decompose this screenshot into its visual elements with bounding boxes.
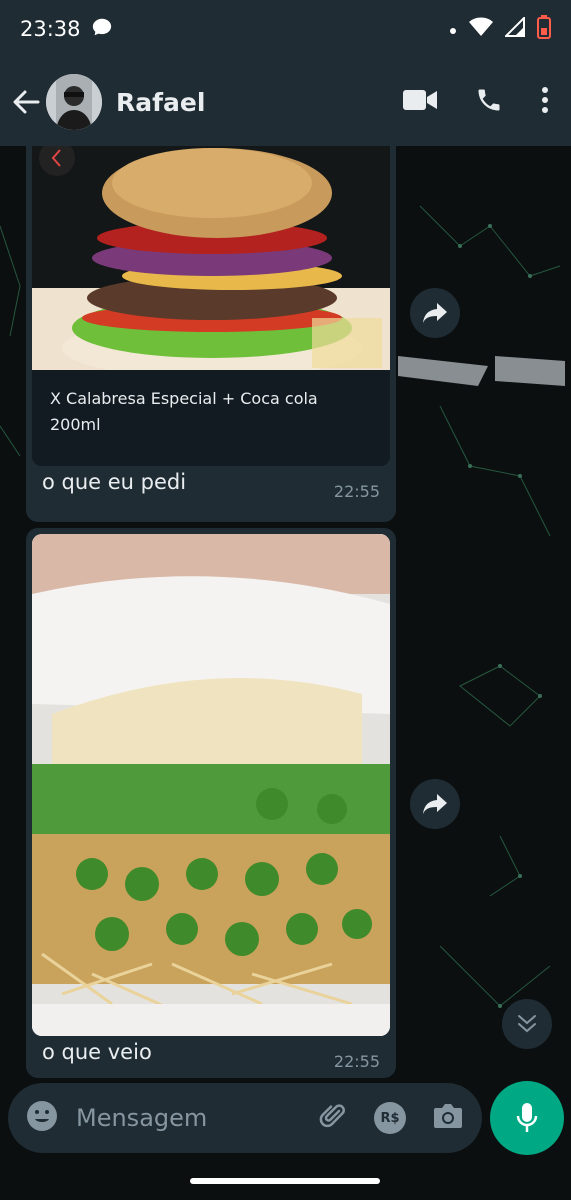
more-vert-icon (542, 87, 548, 113)
chat-notification-icon (91, 16, 113, 42)
message-time: 22:55 (333, 482, 380, 501)
message-bubble[interactable]: X Calabresa Especial + Coca cola 200ml o… (26, 146, 396, 522)
payment-icon-label: R$ (380, 1110, 400, 1126)
dot-icon (449, 20, 457, 39)
message-input-placeholder[interactable]: Mensagem (76, 1104, 318, 1132)
forward-button[interactable] (410, 779, 460, 829)
signal-icon (503, 15, 525, 41)
attach-icon (319, 1104, 345, 1128)
forward-icon (423, 794, 447, 814)
system-nav-bar (0, 1161, 571, 1200)
phone-icon (478, 89, 500, 111)
back-arrow-icon (13, 90, 40, 114)
home-indicator[interactable] (190, 1178, 380, 1184)
more-options-button[interactable] (541, 86, 549, 118)
camera-button[interactable] (432, 1102, 464, 1134)
avatar[interactable] (46, 74, 102, 130)
forward-button[interactable] (410, 288, 460, 338)
voice-call-button[interactable] (475, 86, 503, 118)
wifi-icon (469, 17, 493, 41)
video-call-button[interactable] (403, 89, 437, 115)
message-image[interactable] (32, 534, 390, 1036)
forward-icon (423, 303, 447, 323)
status-time: 23:38 (20, 17, 81, 41)
message-caption: o que veio (42, 1040, 152, 1064)
scroll-to-bottom-button[interactable] (502, 999, 552, 1049)
payment-button[interactable]: R$ (374, 1102, 406, 1134)
back-button[interactable] (10, 86, 42, 118)
message-input[interactable]: Mensagem R$ (8, 1083, 482, 1153)
contact-name[interactable]: Rafael (116, 88, 205, 117)
battery-icon (537, 15, 551, 43)
double-chevron-down-icon (518, 1015, 536, 1033)
mic-icon (516, 1103, 538, 1132)
message-caption: o que eu pedi (42, 470, 187, 494)
voice-message-button[interactable] (490, 1081, 564, 1155)
message-bubble[interactable]: o que veio 22:55 (26, 528, 396, 1078)
emoji-button[interactable] (26, 1100, 58, 1136)
input-bar: Mensagem R$ (0, 1081, 571, 1161)
emoji-icon (27, 1101, 57, 1131)
message-time: 22:55 (333, 1052, 380, 1071)
chat-area[interactable]: X Calabresa Especial + Coca cola 200ml o… (0, 146, 571, 1081)
link-preview[interactable]: X Calabresa Especial + Coca cola 200ml (32, 370, 390, 466)
attach-button[interactable] (318, 1101, 348, 1135)
chat-header: Rafael (0, 58, 571, 146)
status-bar: 23:38 (0, 0, 571, 58)
camera-icon (434, 1104, 462, 1128)
video-call-icon (403, 90, 437, 110)
link-preview-title: X Calabresa Especial + Coca cola 200ml (50, 389, 318, 434)
